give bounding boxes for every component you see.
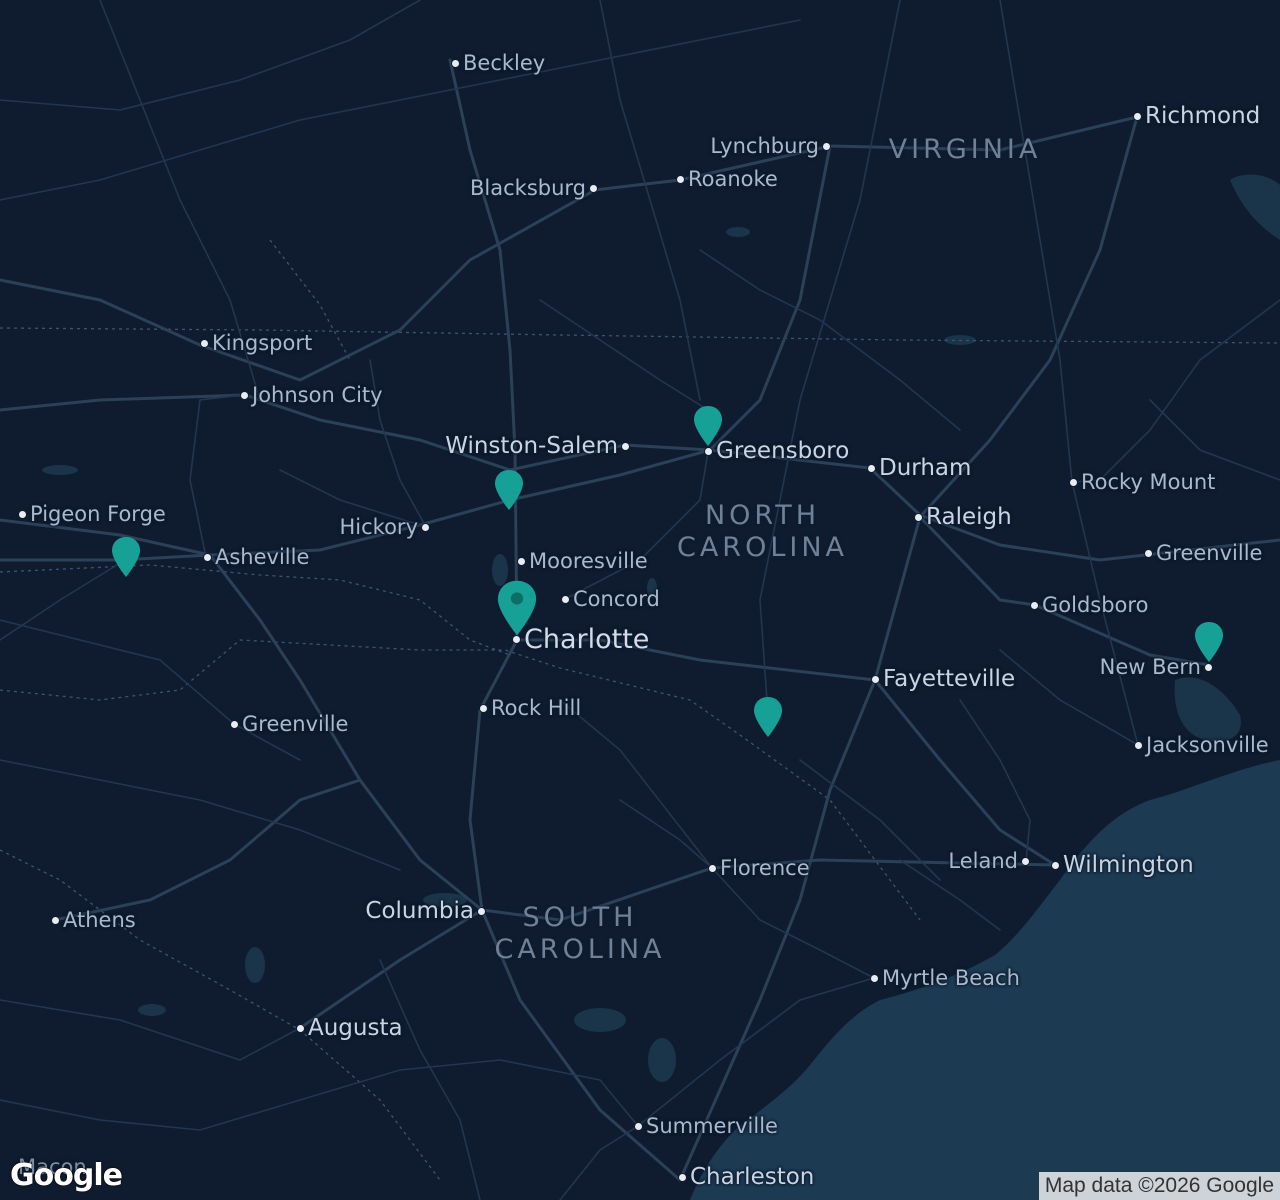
city-dot — [200, 339, 209, 348]
city-dot — [870, 974, 879, 983]
city-richmond[interactable]: Richmond — [1133, 105, 1260, 128]
state-label-south-carolina: SOUTH CAROLINA — [494, 902, 666, 965]
city-rock-hill[interactable]: Rock Hill — [479, 698, 581, 719]
city-dot — [1133, 112, 1142, 121]
city-dot — [621, 442, 630, 451]
city-dot — [822, 142, 831, 151]
city-augusta[interactable]: Augusta — [296, 1017, 403, 1040]
google-logo[interactable]: Google — [10, 1158, 123, 1193]
city-greenville-sc[interactable]: Greenville — [230, 714, 348, 735]
city-goldsboro[interactable]: Goldsboro — [1030, 595, 1148, 616]
map-marker-charlotte[interactable] — [495, 578, 539, 638]
city-greenville-nc[interactable]: Greenville — [1144, 543, 1262, 564]
city-jacksonville[interactable]: Jacksonville — [1134, 735, 1269, 756]
city-dot — [477, 907, 486, 916]
city-summerville[interactable]: Summerville — [634, 1116, 778, 1137]
state-label-north-carolina: NORTH CAROLINA — [676, 500, 848, 563]
city-roanoke[interactable]: Roanoke — [676, 169, 778, 190]
city-dot — [1021, 857, 1030, 866]
city-dot — [240, 391, 249, 400]
city-blacksburg[interactable]: Blacksburg — [470, 178, 598, 199]
city-dot — [1144, 549, 1153, 558]
city-dot — [1204, 663, 1213, 672]
city-dot — [1051, 861, 1060, 870]
city-hickory[interactable]: Hickory — [340, 517, 430, 538]
city-dot — [867, 464, 876, 473]
city-raleigh[interactable]: Raleigh — [914, 506, 1012, 529]
city-mooresville[interactable]: Mooresville — [517, 551, 648, 572]
city-lynchburg[interactable]: Lynchburg — [710, 136, 831, 157]
city-dot — [230, 720, 239, 729]
city-dot — [561, 595, 570, 604]
map-marker-new-bern[interactable] — [1193, 620, 1225, 664]
city-dot — [421, 523, 430, 532]
city-beckley[interactable]: Beckley — [451, 53, 545, 74]
city-dot — [634, 1122, 643, 1131]
city-florence[interactable]: Florence — [708, 858, 810, 879]
city-dot — [51, 916, 60, 925]
city-dot — [704, 447, 713, 456]
city-dot — [451, 59, 460, 68]
city-dot — [296, 1024, 305, 1033]
city-dot — [589, 184, 598, 193]
map-marker-greensboro[interactable] — [692, 404, 724, 448]
city-johnson-city[interactable]: Johnson City — [240, 385, 383, 406]
map-attribution[interactable]: Map data ©2026 Google — [1038, 1172, 1280, 1200]
city-leland[interactable]: Leland — [948, 851, 1030, 872]
city-dot — [1069, 478, 1078, 487]
map-marker-pigeon-forge[interactable] — [110, 535, 142, 579]
city-greensboro[interactable]: Greensboro — [704, 440, 849, 463]
state-label-virginia: VIRGINIA — [888, 134, 1042, 165]
map-marker-pinehurst-area[interactable] — [752, 695, 784, 739]
albemarle-water — [1230, 174, 1280, 240]
city-asheville[interactable]: Asheville — [203, 547, 309, 568]
city-dot — [708, 864, 717, 873]
city-dot — [479, 704, 488, 713]
city-dot — [914, 513, 923, 522]
city-dot — [1030, 601, 1039, 610]
city-athens[interactable]: Athens — [51, 910, 136, 931]
city-kingsport[interactable]: Kingsport — [200, 333, 312, 354]
city-wilmington[interactable]: Wilmington — [1051, 854, 1194, 877]
city-concord[interactable]: Concord — [561, 589, 660, 610]
city-fayetteville[interactable]: Fayetteville — [871, 668, 1015, 691]
city-dot — [517, 557, 526, 566]
city-myrtle-beach[interactable]: Myrtle Beach — [870, 968, 1020, 989]
map-marker-winston-salem[interactable] — [493, 468, 525, 512]
pamlico-sound — [1174, 677, 1241, 742]
city-columbia[interactable]: Columbia — [365, 900, 486, 923]
city-charleston[interactable]: Charleston — [678, 1166, 814, 1189]
city-durham[interactable]: Durham — [867, 457, 971, 480]
city-pigeon-forge[interactable]: Pigeon Forge — [18, 504, 166, 525]
city-rocky-mount[interactable]: Rocky Mount — [1069, 472, 1215, 493]
map-canvas[interactable]: VIRGINIA NORTH CAROLINA SOUTH CAROLINA B… — [0, 0, 1280, 1200]
city-dot — [676, 175, 685, 184]
city-dot — [18, 510, 27, 519]
city-dot — [1134, 741, 1143, 750]
city-winston-salem[interactable]: Winston-Salem — [445, 435, 630, 458]
city-dot — [871, 675, 880, 684]
city-dot — [678, 1173, 687, 1182]
city-dot — [203, 553, 212, 562]
